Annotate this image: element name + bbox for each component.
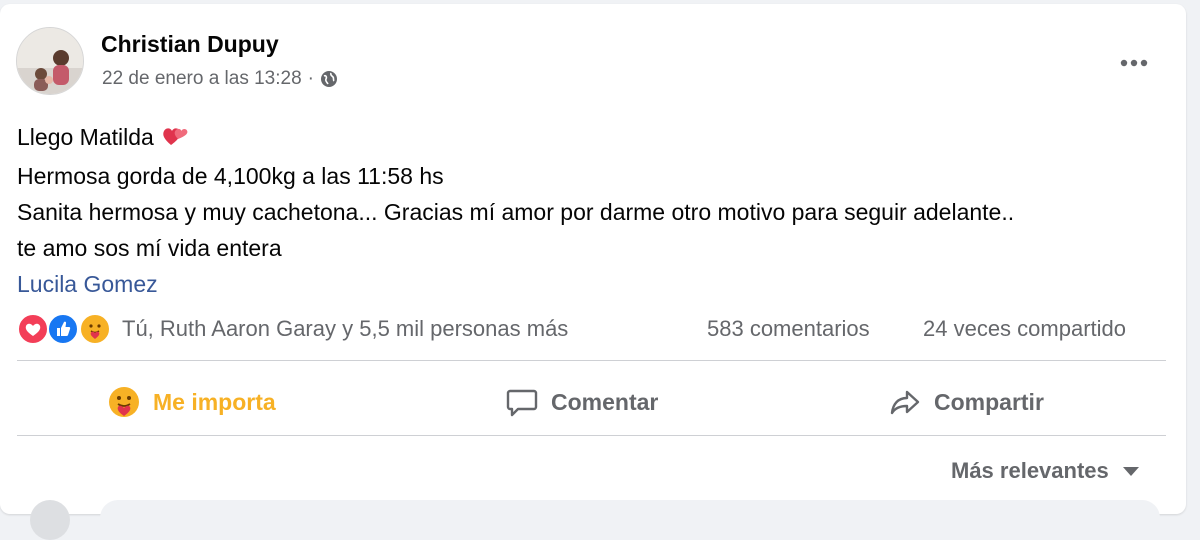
- post-line-4: te amo sos mí vida entera: [17, 235, 282, 261]
- stats-divider: [17, 360, 1166, 361]
- hearts-emoji-icon: [160, 122, 190, 158]
- care-icon: [79, 313, 111, 345]
- comments-count[interactable]: 583 comentarios: [707, 316, 870, 342]
- author-avatar[interactable]: [16, 27, 84, 95]
- meta-separator: ·: [307, 68, 314, 89]
- globe-icon: [320, 70, 338, 88]
- caret-down-icon: [1122, 466, 1139, 476]
- share-icon: [888, 385, 922, 419]
- reaction-icons: [17, 311, 122, 347]
- share-button-label: Compartir: [934, 388, 1044, 415]
- sort-label: Más relevantes: [951, 458, 1109, 483]
- post-line-1: Llego Matilda: [17, 119, 1014, 158]
- post-line-3: Sanita hermosa y muy cachetona... Gracia…: [17, 199, 1015, 225]
- like-icon: [47, 313, 79, 345]
- comment-bubble: [100, 500, 1160, 540]
- react-button-label: Me importa: [153, 388, 276, 415]
- post-text: Llego Matilda Hermosa gorda de 4,100kg a…: [17, 119, 1014, 302]
- tagged-person-link[interactable]: Lucila Gomez: [17, 266, 1014, 302]
- react-button[interactable]: Me importa: [107, 369, 276, 435]
- avatar-photo: [17, 28, 83, 94]
- post-timestamp[interactable]: 22 de enero a las 13:28: [102, 68, 302, 90]
- care-reaction-icon: [107, 385, 141, 419]
- comment-button[interactable]: Comentar: [505, 369, 658, 435]
- post-line-1-text: Llego Matilda: [17, 124, 154, 150]
- shares-count[interactable]: 24 veces compartido: [923, 316, 1126, 342]
- reactions-text: Tú, Ruth Aaron Garay y 5,5 mil personas …: [122, 316, 569, 341]
- actions-divider: [17, 435, 1166, 436]
- share-button[interactable]: Compartir: [888, 369, 1044, 435]
- love-icon: [17, 313, 49, 345]
- post-line-2: Hermosa gorda de 4,100kg a las 11:58 hs: [17, 163, 444, 189]
- author-name[interactable]: Christian Dupuy: [101, 31, 279, 58]
- comments-sort-dropdown[interactable]: Más relevantes: [951, 458, 1139, 484]
- more-options-icon[interactable]: [1116, 56, 1152, 70]
- post-card: Christian Dupuy 22 de enero a las 13:28 …: [0, 4, 1186, 540]
- commenter-avatar: [30, 500, 70, 540]
- post-meta: 22 de enero a las 13:28 ·: [102, 68, 338, 90]
- reactions-summary[interactable]: Tú, Ruth Aaron Garay y 5,5 mil personas …: [17, 311, 568, 347]
- comment-icon: [505, 385, 539, 419]
- comment-button-label: Comentar: [551, 388, 659, 415]
